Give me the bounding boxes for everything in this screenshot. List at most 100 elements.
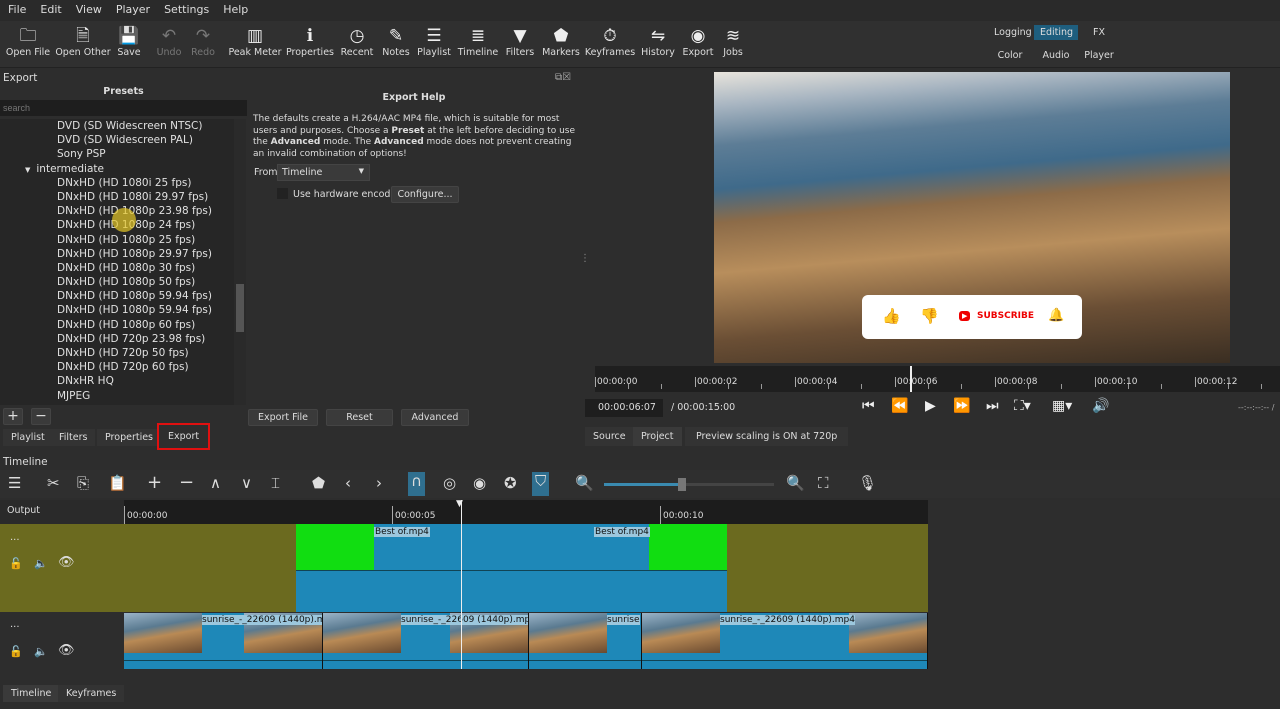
preset-item[interactable]: DVD (SD Widescreen PAL) <box>0 133 234 147</box>
layout-fx[interactable]: FX <box>1077 25 1121 40</box>
clip-sunrise[interactable]: sunrise_-_22609 (1440p).mp4 <box>323 613 529 669</box>
menu-file[interactable]: File <box>8 3 26 18</box>
remove-preset-button[interactable]: − <box>31 408 51 425</box>
zoom-out-icon[interactable]: 🔍 <box>575 474 594 492</box>
ripple-icon[interactable]: ◉ <box>473 474 486 492</box>
preset-item[interactable]: DNxHD (HD 720p 23.98 fps) <box>0 332 234 346</box>
configure-button[interactable]: Configure... <box>391 186 459 203</box>
copy-icon[interactable]: ⎘ <box>77 474 89 492</box>
preset-item[interactable]: DVD (SD Widescreen NTSC) <box>0 119 234 133</box>
clip-sunrise[interactable]: sunrise_-_22609 (1440p).mp4 <box>124 613 323 669</box>
menu-icon[interactable]: ☰ <box>8 474 21 492</box>
preset-item[interactable]: DNxHD (HD 1080i 29.97 fps) <box>0 190 234 204</box>
layout-editing[interactable]: Editing <box>1034 25 1078 40</box>
volume-icon[interactable]: 🔊 <box>1092 398 1109 414</box>
mute-icon[interactable]: 🔈 <box>34 645 48 658</box>
preset-item[interactable]: DNxHD (HD 720p 60 fps) <box>0 360 234 374</box>
position-field[interactable]: 00:00:06:07 <box>585 399 663 417</box>
skip-start-icon[interactable]: ⏮ <box>862 398 875 414</box>
tab-filters[interactable]: Filters <box>51 429 96 446</box>
scrub-icon[interactable]: ◎ <box>443 474 456 492</box>
mute-icon[interactable]: 🔈 <box>34 557 48 570</box>
clip-sunrise[interactable]: sunrise_-_22609 (1440p).mp4 <box>642 613 928 669</box>
snap-magnet-icon[interactable]: ∩ <box>408 472 425 496</box>
eye-icon[interactable]: 👁 <box>58 643 75 658</box>
playhead-marker-icon[interactable]: ▼ <box>456 499 463 509</box>
paste-icon[interactable]: 📋 <box>108 474 127 492</box>
tab-export[interactable]: Export <box>157 423 211 450</box>
track-header-v1[interactable]: ... 🔓 🔈 👁 <box>0 613 124 669</box>
clip-best-of[interactable]: Best of.mp4 Best of.mp4 <box>296 524 727 612</box>
lock-icon[interactable]: 🔓 <box>9 645 23 658</box>
split-icon[interactable]: ⌶ <box>271 474 280 492</box>
preset-scrollbar[interactable] <box>234 119 246 405</box>
cut-icon[interactable]: ✂ <box>47 474 60 492</box>
menu-help[interactable]: Help <box>223 3 248 18</box>
tab-timeline[interactable]: Timeline <box>3 685 60 702</box>
hardware-encoder-checkbox[interactable] <box>277 188 288 199</box>
tab-playlist[interactable]: Playlist <box>3 429 53 446</box>
preset-item[interactable]: MJPEG <box>0 389 234 403</box>
preset-item[interactable]: Sony PSP <box>0 147 234 161</box>
microphone-icon[interactable]: 🎙 <box>858 474 877 492</box>
tab-keyframes[interactable]: Keyframes <box>58 685 125 702</box>
play-icon[interactable]: ▶ <box>925 398 936 414</box>
timeline-playhead[interactable] <box>461 500 462 669</box>
preset-item[interactable]: DNxHD (HD 720p 50 fps) <box>0 346 234 360</box>
tab-project[interactable]: Project <box>633 427 682 446</box>
preset-search-input[interactable] <box>0 100 247 116</box>
menu-edit[interactable]: Edit <box>40 3 61 18</box>
preset-item[interactable]: DNxHD (HD 1080p 30 fps) <box>0 261 234 275</box>
menu-view[interactable]: View <box>76 3 102 18</box>
preset-item[interactable]: DNxHD (HD 1080p 60 fps) <box>0 318 234 332</box>
preset-item[interactable]: DNxHD (HD 1080p 25 fps) <box>0 233 234 247</box>
toolbar-markers-button[interactable]: ⬟ Markers <box>533 25 589 58</box>
skip-end-icon[interactable]: ⏭ <box>986 398 999 414</box>
track-header-v2[interactable]: ... 🔓 🔈 👁 <box>0 524 124 612</box>
grid-icon[interactable]: ▦▾ <box>1052 398 1072 414</box>
advanced-button[interactable]: Advanced <box>401 409 469 426</box>
marker-icon[interactable]: ⬟ <box>312 474 325 492</box>
preset-item[interactable]: DNxHD (HD 1080i 25 fps) <box>0 176 234 190</box>
layout-color[interactable]: Color <box>988 48 1032 63</box>
toolbar-jobs-button[interactable]: ≋ Jobs <box>705 25 761 58</box>
menu-player[interactable]: Player <box>116 3 150 18</box>
toolbar-peak-meter-button[interactable]: ▥ Peak Meter <box>227 25 283 58</box>
toolbar-open-file-button[interactable]: 🗀 Open File <box>0 25 56 58</box>
layout-player[interactable]: Player <box>1077 48 1121 63</box>
export-file-button[interactable]: Export File <box>248 409 318 426</box>
layout-logging[interactable]: Logging <box>988 25 1032 40</box>
prev-marker-icon[interactable]: ‹ <box>345 474 351 492</box>
ripple-all-icon[interactable]: ✪ <box>504 474 517 492</box>
float-close-icons[interactable]: ⧉☒ <box>555 72 571 83</box>
preset-item[interactable]: DNxHD (HD 1080p 59.94 fps) <box>0 303 234 317</box>
zoom-in-icon[interactable]: 🔍 <box>786 474 805 492</box>
player-ruler[interactable]: 00:00:00 00:00:02 00:00:04 00:00:06 00:00:08… <box>595 366 1280 392</box>
append-icon[interactable]: + <box>147 472 162 493</box>
from-select[interactable]: Timeline ▼ <box>277 164 370 181</box>
timeline-ruler[interactable]: 00:00:00 00:00:05 00:00:10 <box>124 500 928 524</box>
player-playhead[interactable] <box>910 366 912 392</box>
ripple-markers-icon[interactable]: ⛉ <box>532 472 550 496</box>
next-marker-icon[interactable]: › <box>376 474 382 492</box>
preset-item[interactable]: DNxHD (HD 1080p 29.97 fps) <box>0 247 234 261</box>
rewind-icon[interactable]: ⏪ <box>891 398 908 414</box>
preset-item[interactable]: DNxHD (HD 1080p 59.94 fps) <box>0 289 234 303</box>
menu-settings[interactable]: Settings <box>164 3 209 18</box>
zoom-slider[interactable] <box>604 478 774 491</box>
splitter-handle[interactable]: ⋮ <box>580 253 590 264</box>
layout-audio[interactable]: Audio <box>1034 48 1078 63</box>
toolbar-redo-button[interactable]: ↷ Redo <box>175 25 231 58</box>
zoom-fit-timeline-icon[interactable]: ⛶ <box>818 474 829 492</box>
remove-icon[interactable]: − <box>179 472 194 493</box>
reset-button[interactable]: Reset <box>326 409 393 426</box>
tab-source[interactable]: Source <box>585 427 634 446</box>
eye-icon[interactable]: 👁 <box>58 555 75 570</box>
preset-item[interactable]: ▼ intermediate <box>0 162 234 176</box>
preset-item[interactable]: DNxHD (HD 1080p 50 fps) <box>0 275 234 289</box>
zoom-fit-icon[interactable]: ⛶▾ <box>1014 398 1031 414</box>
preset-item[interactable]: DNxHR HQ <box>0 374 234 388</box>
overwrite-icon[interactable]: ∨ <box>241 474 252 492</box>
add-preset-button[interactable]: + <box>3 408 23 425</box>
tab-properties[interactable]: Properties <box>97 429 162 446</box>
